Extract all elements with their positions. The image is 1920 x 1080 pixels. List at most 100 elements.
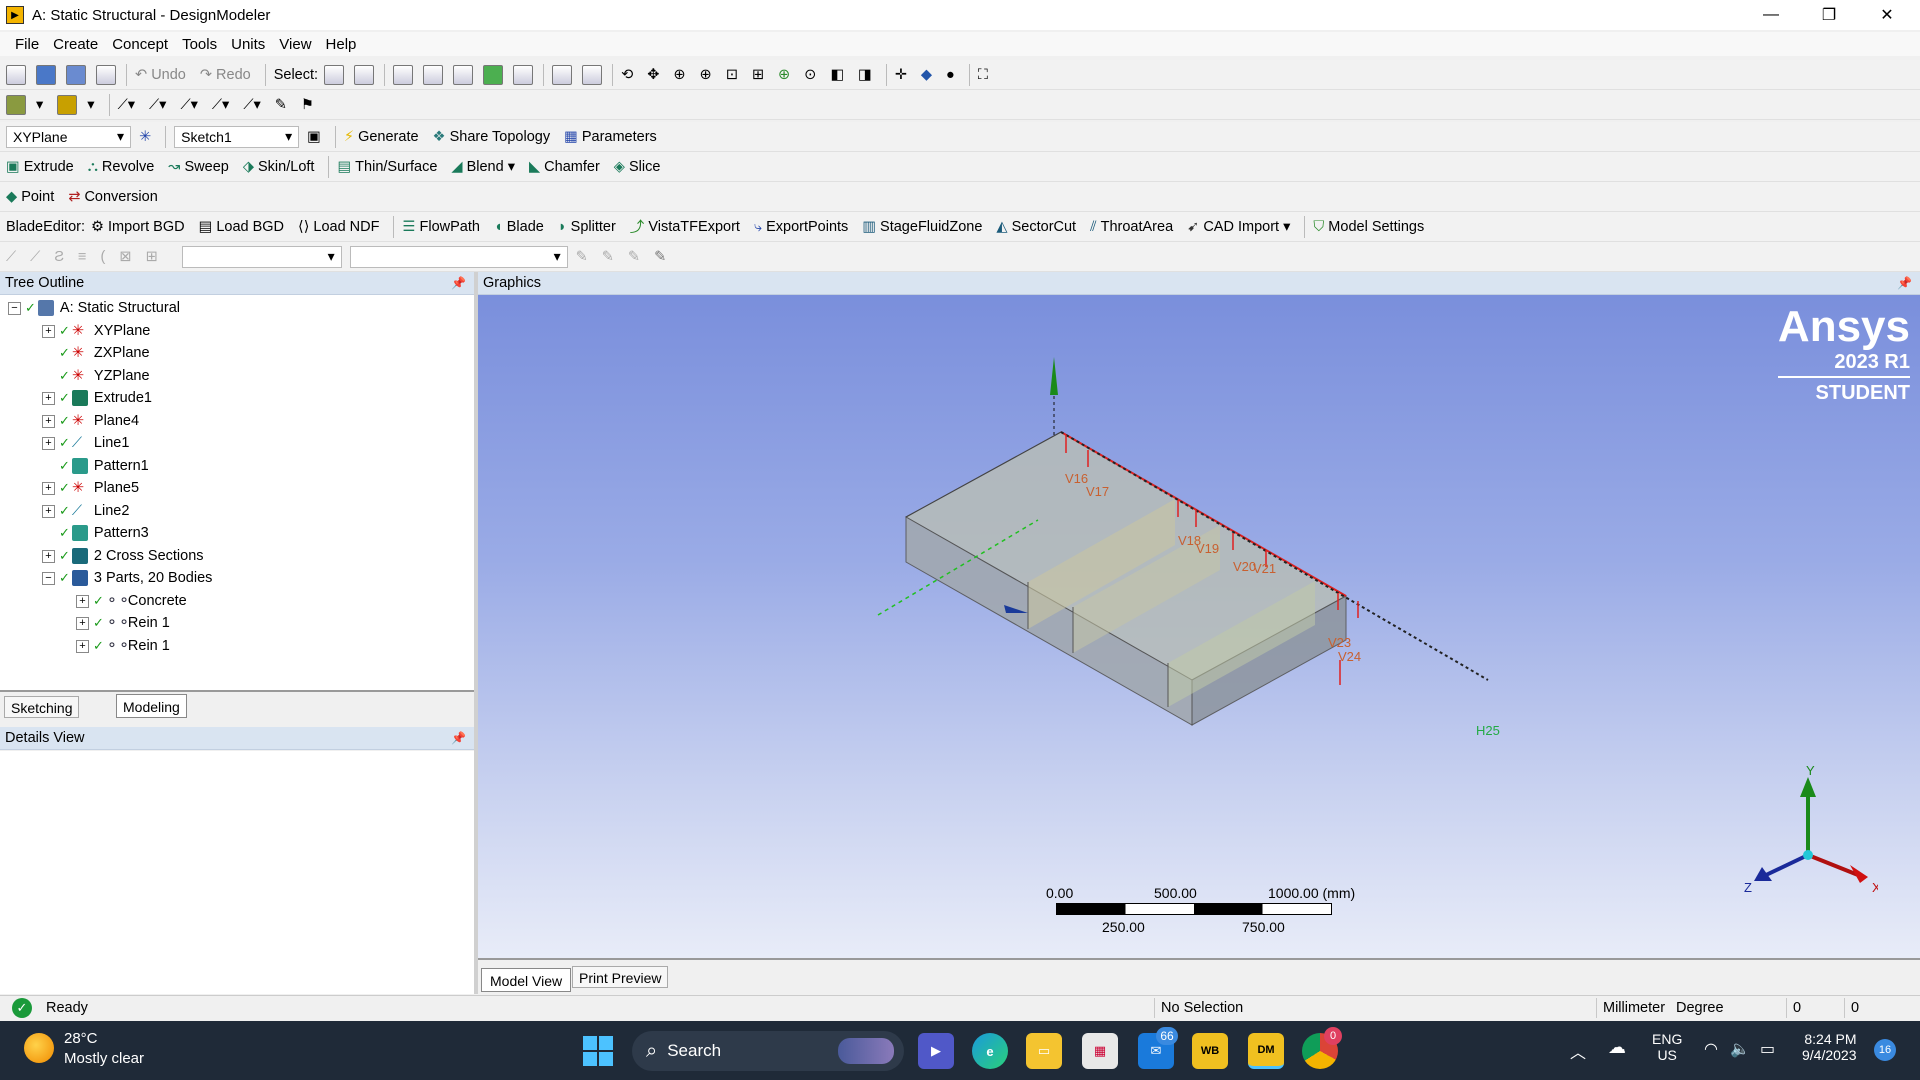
triad-icon[interactable]: ✛ [895, 67, 907, 83]
cloud-icon[interactable]: ☁ [1608, 1037, 1626, 1058]
point-filter-icon[interactable] [393, 64, 414, 85]
plane-select[interactable]: XYPlane ▾ [6, 125, 131, 148]
vistatfexport-button[interactable]: ⤴ VistaTFExport [630, 216, 740, 237]
tree-root[interactable]: − ✓ A: Static Structural [8, 297, 180, 319]
edge-filter-icon[interactable] [423, 64, 444, 85]
clock[interactable]: 8:24 PM 9/4/2023 [1802, 1031, 1857, 1063]
sweep-button[interactable]: ↝ Sweep [168, 159, 229, 175]
slice-button[interactable]: ◈ Slice [614, 159, 661, 175]
body-filter-icon[interactable] [483, 64, 504, 85]
tab-model-view[interactable]: Model View [481, 968, 572, 992]
extrude-button[interactable]: ▣ Extrude [6, 159, 74, 175]
screenshot-icon[interactable] [96, 64, 116, 85]
edge-icon[interactable]: e [972, 1033, 1008, 1069]
chevron-up-icon[interactable]: ︿ [1570, 1039, 1586, 1063]
extend-selection-icon[interactable] [513, 64, 534, 85]
tool-d-icon[interactable]: ≡ [78, 249, 86, 265]
expand-icon[interactable]: + [76, 639, 89, 653]
notification-badge[interactable]: 16 [1874, 1039, 1896, 1061]
edge-direction-icon[interactable]: ⟋▾ [149, 97, 166, 113]
look-at-icon[interactable]: ⛶ [978, 67, 988, 83]
new-sketch-icon[interactable]: ▣ [307, 129, 321, 145]
store-icon[interactable]: ▦ [1082, 1033, 1118, 1069]
zoom-fit-icon[interactable]: ⊞ [752, 67, 764, 83]
tab-modeling[interactable]: Modeling [116, 694, 187, 718]
select-filter-icon[interactable] [354, 64, 375, 85]
stagefluidzone-button[interactable]: ▥ StageFluidZone [862, 219, 982, 235]
share-topology-button[interactable]: ❖ Share Topology [433, 129, 551, 145]
blend-button[interactable]: ◢ Blend ▾ [451, 159, 515, 175]
edge-display-icon[interactable]: ⟋▾ [118, 97, 135, 113]
import-bgd-button[interactable]: ⚙ Import BGD [91, 219, 185, 235]
zoom-box-icon[interactable]: ⊡ [726, 67, 738, 83]
load-ndf-button[interactable]: ⟨⟩ Load NDF [298, 219, 379, 235]
new-plane-icon[interactable]: ✳ [139, 129, 151, 145]
tree-item[interactable]: ✓ Pattern3 [59, 522, 149, 544]
expand-icon[interactable]: + [42, 549, 55, 563]
tree-item[interactable]: + ✓ ⟋ Line1 [42, 432, 129, 454]
pan-icon[interactable]: ✥ [647, 67, 659, 83]
language-indicator[interactable]: ENG US [1652, 1031, 1682, 1063]
revolve-button[interactable]: ⛬ Revolve [88, 159, 155, 175]
restore-button[interactable]: ❐ [1800, 0, 1858, 30]
graphics-viewport[interactable]: Ansys 2023 R1 STUDENT V16 V17 V18 V19 V2… [478, 295, 1920, 958]
tool-i-icon[interactable]: ✎ [602, 249, 614, 265]
tree-item[interactable]: + ✓ ⟋ Line2 [42, 500, 129, 522]
redo-button[interactable]: ↷ Redo [200, 67, 251, 83]
face-filter-icon[interactable] [453, 64, 474, 85]
weather-desc[interactable]: Mostly clear [64, 1050, 144, 1067]
weather-icon[interactable] [24, 1033, 54, 1063]
wifi-icon[interactable]: ◠ [1704, 1039, 1718, 1059]
color-dropdown[interactable]: ▾ [36, 97, 43, 113]
load-bgd-button[interactable]: ▤ Load BGD [199, 219, 284, 235]
teams-icon[interactable]: ▶ [918, 1033, 954, 1069]
pin-icon[interactable]: 📌 [451, 731, 466, 745]
expand-icon[interactable]: + [42, 414, 55, 428]
model-settings-button[interactable]: ⛉ Model Settings [1313, 219, 1424, 235]
collapse-icon[interactable]: − [8, 301, 21, 315]
conversion-button[interactable]: ⇄ Conversion [68, 189, 158, 205]
undo-button[interactable]: ↶ Undo [135, 67, 186, 83]
tree-item[interactable]: − ✓ 3 Parts, 20 Bodies [42, 567, 212, 589]
tab-print-preview[interactable]: Print Preview [572, 966, 669, 988]
cad-import-button[interactable]: ➹ CAD Import ▾ [1187, 219, 1290, 235]
volume-icon[interactable]: 🔈 [1730, 1039, 1750, 1059]
tree-item[interactable]: + ✓ ✳ Plane5 [42, 477, 139, 499]
empty-dropdown-1[interactable]: ▾ [181, 245, 342, 268]
save-icon[interactable] [36, 64, 56, 85]
pin-tool-icon[interactable]: ✎ [275, 97, 287, 113]
blade-button[interactable]: ◖ Blade [494, 219, 544, 235]
expand-icon[interactable]: + [42, 504, 55, 518]
menu-view[interactable]: View [279, 36, 311, 53]
expand-icon[interactable]: + [76, 616, 89, 630]
zoom-in-icon[interactable]: ⊕ [700, 67, 712, 83]
sketch-select[interactable]: Sketch1 ▾ [174, 125, 300, 148]
expand-icon[interactable]: + [42, 481, 55, 495]
tree-body[interactable]: + ✓ ⚬⚬ Rein 1 [76, 635, 170, 657]
collapse-icon[interactable]: − [42, 571, 55, 585]
tree-body[interactable]: + ✓ ⚬⚬ Rein 1 [76, 612, 170, 634]
cross-section-icon[interactable]: ⟋▾ [212, 97, 229, 113]
zoom-icon[interactable]: ⊕ [673, 67, 685, 83]
tool-e-icon[interactable]: ( [100, 249, 105, 265]
tool-j-icon[interactable]: ✎ [628, 249, 640, 265]
expand-icon[interactable]: + [42, 324, 55, 338]
previous-view-icon[interactable]: ◧ [830, 67, 844, 83]
splitter-button[interactable]: ◗ Splitter [558, 219, 616, 235]
tree-item[interactable]: ✓ Pattern1 [59, 455, 149, 477]
next-view-icon[interactable]: ◨ [858, 67, 872, 83]
point-button[interactable]: ◆ Point [6, 189, 54, 205]
tree-item[interactable]: + ✓ ✳ XYPlane [42, 320, 150, 342]
exportpoints-button[interactable]: ⤷ ExportPoints [754, 219, 848, 235]
display-model-icon[interactable] [57, 94, 78, 115]
generate-button[interactable]: ⚡ Generate [344, 129, 419, 145]
thin-surface-button[interactable]: ▤ Thin/Surface [337, 159, 437, 175]
zoom-to-fit-icon[interactable]: ⊕ [778, 67, 790, 83]
skin-loft-button[interactable]: ⬗ Skin/Loft [243, 159, 315, 175]
designmodeler-icon[interactable]: DM [1248, 1033, 1284, 1069]
expand-icon[interactable]: + [76, 594, 89, 608]
expand-icon[interactable]: + [42, 391, 55, 405]
display-point-icon[interactable]: ● [946, 67, 955, 83]
parameters-button[interactable]: ▦ Parameters [564, 129, 657, 145]
display-plane-icon[interactable] [6, 94, 26, 115]
